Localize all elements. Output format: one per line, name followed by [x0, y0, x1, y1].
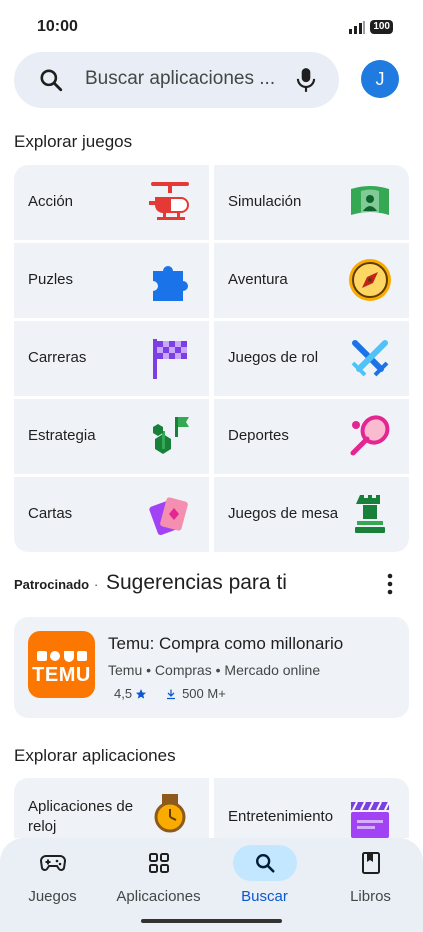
category-tile-juegos-de-rol[interactable]: Juegos de rol	[214, 321, 409, 396]
nav-label: Buscar	[241, 888, 288, 905]
app-categories-grid: Aplicaciones de reloj Entretenimiento	[14, 778, 409, 838]
simulation-icon	[351, 186, 389, 215]
category-label: Juegos de rol	[228, 349, 319, 366]
separator-dot: ·	[94, 577, 99, 592]
category-tile-entretenimiento[interactable]: Entretenimiento	[214, 778, 409, 838]
category-tile-juegos-de-mesa[interactable]: Juegos de mesa	[214, 477, 409, 552]
app-stats: 4,5 500 M+	[114, 686, 226, 701]
category-label: Deportes	[228, 427, 289, 444]
battery-icon: 100	[370, 20, 393, 34]
app-meta: Temu • Compras • Mercado online	[108, 662, 320, 678]
search-bar[interactable]: Buscar aplicaciones ...	[14, 52, 339, 108]
category-tile-carreras[interactable]: Carreras	[14, 321, 209, 396]
category-tile-deportes[interactable]: Deportes	[214, 399, 409, 474]
category-tile-reloj[interactable]: Aplicaciones de reloj	[14, 778, 209, 838]
app-name: Temu: Compra como millonario	[108, 634, 344, 653]
search-icon	[40, 69, 63, 92]
book-icon	[361, 852, 380, 874]
game-categories-grid: Acción Simulación Puzles Aventura Carrer…	[14, 165, 409, 552]
category-label: Juegos de mesa	[228, 505, 339, 522]
category-tile-estrategia[interactable]: Estrategia	[14, 399, 209, 474]
suggestions-title: Sugerencias para ti	[106, 571, 287, 594]
category-label: Aplicaciones de reloj	[28, 798, 134, 835]
tennis-racket-icon	[350, 415, 390, 456]
clapperboard-icon	[351, 801, 390, 838]
puzzle-icon	[153, 266, 188, 301]
nav-label: Juegos	[28, 888, 77, 905]
category-label: Entretenimiento	[228, 808, 334, 825]
nav-item-libros[interactable]: Libros	[318, 838, 423, 918]
apps-section-title: Explorar aplicaciones	[14, 746, 176, 765]
category-tile-simulacion[interactable]: Simulación	[214, 165, 409, 240]
category-label: Estrategia	[28, 427, 96, 444]
signal-icon	[349, 20, 366, 34]
category-tile-puzles[interactable]: Puzles	[14, 243, 209, 318]
download-icon	[167, 689, 176, 699]
gamepad-icon	[39, 855, 66, 871]
category-label: Aventura	[228, 271, 288, 288]
strategy-flag-icon	[153, 417, 189, 454]
nav-icon-wrap-active	[232, 845, 297, 881]
category-label: Puzles	[28, 271, 74, 288]
app-developer: Temu	[108, 662, 143, 678]
category-label: Carreras	[28, 349, 87, 366]
status-icons: 100	[348, 20, 393, 34]
home-indicator	[141, 919, 282, 923]
temu-logo: TEMU	[28, 631, 95, 698]
star-icon	[136, 688, 147, 699]
app-downloads: 500 M+	[182, 686, 226, 701]
nav-icon-wrap	[127, 845, 191, 881]
avatar[interactable]: J	[361, 60, 399, 98]
nav-icon-wrap	[339, 845, 403, 881]
app-tag: Mercado online	[224, 662, 321, 678]
category-tile-aventura[interactable]: Aventura	[214, 243, 409, 318]
chess-piece-icon	[355, 495, 385, 533]
category-tile-accion[interactable]: Acción	[14, 165, 209, 240]
status-bar: 10:00 100	[0, 0, 423, 52]
games-section-title: Explorar juegos	[14, 132, 133, 151]
category-label: Cartas	[28, 505, 73, 522]
checkered-flag-icon	[153, 339, 187, 379]
nav-label: Libros	[350, 888, 391, 905]
meta-separator: •	[146, 662, 155, 678]
crossed-swords-icon	[351, 340, 389, 377]
compass-icon	[349, 259, 391, 301]
sponsored-label: Patrocinado	[14, 577, 90, 592]
category-label: Acción	[28, 193, 74, 210]
nav-item-buscar[interactable]: Buscar	[212, 838, 317, 918]
search-icon	[255, 854, 275, 873]
cards-icon	[149, 497, 188, 536]
app-category: Compras	[154, 662, 212, 678]
search-input[interactable]: Buscar aplicaciones ...	[85, 68, 275, 90]
category-tile-cartas[interactable]: Cartas	[14, 477, 209, 552]
category-label: Simulación	[228, 193, 302, 210]
more-options-icon[interactable]	[384, 572, 396, 596]
bottom-nav: Juegos Aplicaciones Buscar Libros	[0, 838, 423, 932]
apps-grid-icon	[148, 853, 169, 873]
nav-item-aplicaciones[interactable]: Aplicaciones	[106, 838, 211, 918]
nav-icon-wrap	[21, 845, 85, 881]
nav-item-juegos[interactable]: Juegos	[0, 838, 105, 918]
app-card-temu[interactable]: TEMU Temu: Compra como millonario Temu •…	[14, 617, 409, 718]
helicopter-icon	[149, 182, 189, 220]
app-rating: 4,5	[114, 686, 133, 701]
status-time: 10:00	[37, 18, 78, 35]
temu-logo-text: TEMU	[32, 664, 91, 686]
nav-label: Aplicaciones	[116, 888, 201, 905]
suggestions-header: Patrocinado · Sugerencias para ti	[14, 568, 409, 600]
mic-icon[interactable]	[293, 66, 319, 94]
watch-icon	[154, 794, 186, 833]
